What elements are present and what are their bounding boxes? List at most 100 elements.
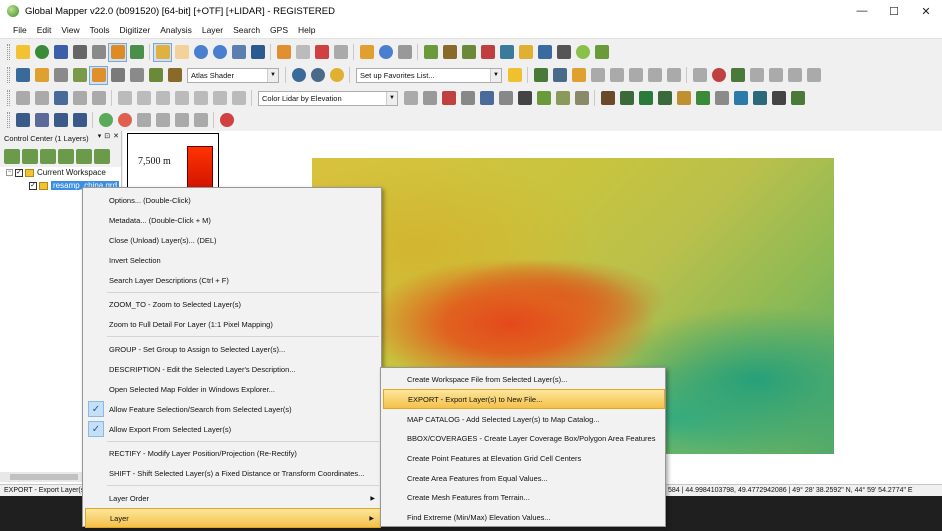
menu-digitizer[interactable]: Digitizer [114, 25, 155, 35]
triangle-icon[interactable] [515, 89, 534, 108]
measure-icon[interactable] [357, 43, 376, 62]
tools-icon[interactable] [89, 43, 108, 62]
select-arrow-icon[interactable] [153, 42, 172, 62]
reverse-icon[interactable] [664, 66, 683, 85]
sun-icon[interactable] [516, 43, 535, 62]
menu-help[interactable]: Help [293, 25, 320, 35]
submenu-create-area-features[interactable]: Create Area Features from Equal Values..… [383, 468, 665, 488]
edit-vertex-icon[interactable] [293, 43, 312, 62]
noise-icon[interactable] [750, 89, 769, 108]
smooth-icon[interactable] [645, 66, 664, 85]
erase-icon[interactable] [785, 66, 804, 85]
close-icon[interactable]: ✕ [113, 132, 119, 140]
house-icon[interactable] [655, 89, 674, 108]
polyline-icon[interactable] [134, 89, 153, 108]
grid-icon[interactable] [51, 66, 70, 85]
cross-icon[interactable] [89, 89, 108, 108]
shaded-relief-icon[interactable] [89, 65, 108, 85]
menu-item-invert-selection[interactable]: Invert Selection [85, 250, 381, 270]
building-icon[interactable] [617, 89, 636, 108]
contour-icon[interactable] [440, 43, 459, 62]
view-shed-icon[interactable] [459, 43, 478, 62]
star-icon[interactable] [505, 66, 524, 85]
back-arrow-icon[interactable] [229, 43, 248, 62]
menu-item-group[interactable]: GROUP - Set Group to Assign to Selected … [85, 339, 381, 359]
split-icon[interactable] [607, 66, 626, 85]
route-icon[interactable] [13, 111, 32, 130]
lidar-stats-icon[interactable] [788, 89, 807, 108]
collapse-icon[interactable]: − [6, 169, 13, 176]
color-wheel-icon[interactable] [217, 111, 236, 130]
layer-up-icon[interactable] [22, 148, 38, 164]
toolbar-grip[interactable] [7, 44, 10, 60]
menu-item-zoom-full-detail[interactable]: Zoom to Full Detail For Layer (1:1 Pixel… [85, 314, 381, 334]
fly-through-icon[interactable] [134, 111, 153, 130]
zoom-in-icon[interactable] [191, 43, 210, 62]
menu-file[interactable]: File [8, 25, 32, 35]
menu-view[interactable]: View [56, 25, 84, 35]
toolbar-grip[interactable] [7, 67, 10, 83]
menu-item-search-descriptions[interactable]: Search Layer Descriptions (Ctrl + F) [85, 270, 381, 290]
menu-item-layer[interactable]: Layer ▶ [85, 508, 381, 528]
maximize-button[interactable]: ☐ [878, 0, 910, 22]
submenu-bbox-coverages[interactable]: BBOX/COVERAGES - Create Layer Coverage B… [383, 428, 665, 448]
float-icon[interactable]: ⊡ [104, 132, 110, 140]
flag-icon[interactable] [51, 111, 70, 130]
snap-icon[interactable] [550, 66, 569, 85]
lidar-classify-icon[interactable] [534, 89, 553, 108]
zoom-layer-icon[interactable] [4, 148, 20, 164]
menu-item-zoom-to[interactable]: ZOOM_TO - Zoom to Selected Layer(s) [85, 294, 381, 314]
menu-item-rectify[interactable]: RECTIFY - Modify Layer Position/Projecti… [85, 443, 381, 463]
key-icon[interactable] [769, 89, 788, 108]
menu-item-close-layer[interactable]: Close (Unload) Layer(s)... (DEL) [85, 230, 381, 250]
play-icon[interactable] [96, 111, 115, 130]
water-icon[interactable] [731, 89, 750, 108]
edit-line-icon[interactable] [588, 66, 607, 85]
3d-settings-icon[interactable] [191, 111, 210, 130]
menu-item-open-folder[interactable]: Open Selected Map Folder in Windows Expl… [85, 379, 381, 399]
menu-edit[interactable]: Edit [32, 25, 57, 35]
line-tool-icon[interactable] [531, 66, 550, 85]
submenu-create-workspace[interactable]: Create Workspace File from Selected Laye… [383, 369, 665, 389]
move-icon[interactable] [13, 89, 32, 108]
layer-search-icon[interactable] [76, 148, 92, 164]
layer-checkbox[interactable]: ✓ [29, 181, 37, 190]
layers-icon[interactable] [13, 66, 32, 85]
lidar-filter-icon[interactable] [496, 89, 515, 108]
zoom-out-icon[interactable] [210, 43, 229, 62]
cloud-icon[interactable] [573, 43, 592, 62]
workspace-node[interactable]: − ✓ Current Workspace [6, 168, 106, 177]
terrain-icon[interactable] [421, 43, 440, 62]
moon-icon[interactable] [327, 66, 346, 85]
cut-icon[interactable] [804, 66, 823, 85]
map-pin-icon[interactable] [70, 111, 89, 130]
image-icon[interactable] [535, 43, 554, 62]
plane-icon[interactable] [554, 43, 573, 62]
lidar-search-icon[interactable] [420, 89, 439, 108]
submenu-map-catalog[interactable]: MAP CATALOG - Add Selected Layer(s) to M… [383, 409, 665, 429]
power-line-icon[interactable] [712, 89, 731, 108]
settings-gear-icon[interactable] [308, 66, 327, 85]
search-icon[interactable] [395, 43, 414, 62]
menu-item-metadata[interactable]: Metadata... (Double-Click + M) [85, 210, 381, 230]
measure-line-icon[interactable] [766, 66, 785, 85]
lidar-class-icon[interactable] [592, 43, 611, 62]
menu-item-description[interactable]: DESCRIPTION - Edit the Selected Layer's … [85, 359, 381, 379]
circle-icon[interactable] [191, 89, 210, 108]
lidar-color-select[interactable]: Color Lidar by Elevation ▼ [258, 90, 398, 106]
menu-tools[interactable]: Tools [85, 25, 115, 35]
mountain-path-icon[interactable] [32, 111, 51, 130]
lidar-edit-icon[interactable] [477, 89, 496, 108]
target-icon[interactable] [709, 66, 728, 85]
contrast-icon[interactable] [127, 66, 146, 85]
clip-icon[interactable] [331, 43, 350, 62]
rotate-icon[interactable] [70, 89, 89, 108]
minimize-button[interactable]: — [846, 0, 878, 22]
home-icon[interactable] [248, 43, 267, 62]
lidar-zoom-icon[interactable] [439, 89, 458, 108]
overview-icon[interactable] [127, 43, 146, 62]
terrain-shade-icon[interactable] [70, 66, 89, 85]
select-area-icon[interactable] [210, 89, 229, 108]
menu-analysis[interactable]: Analysis [155, 25, 197, 35]
layer-add-icon[interactable] [40, 148, 56, 164]
